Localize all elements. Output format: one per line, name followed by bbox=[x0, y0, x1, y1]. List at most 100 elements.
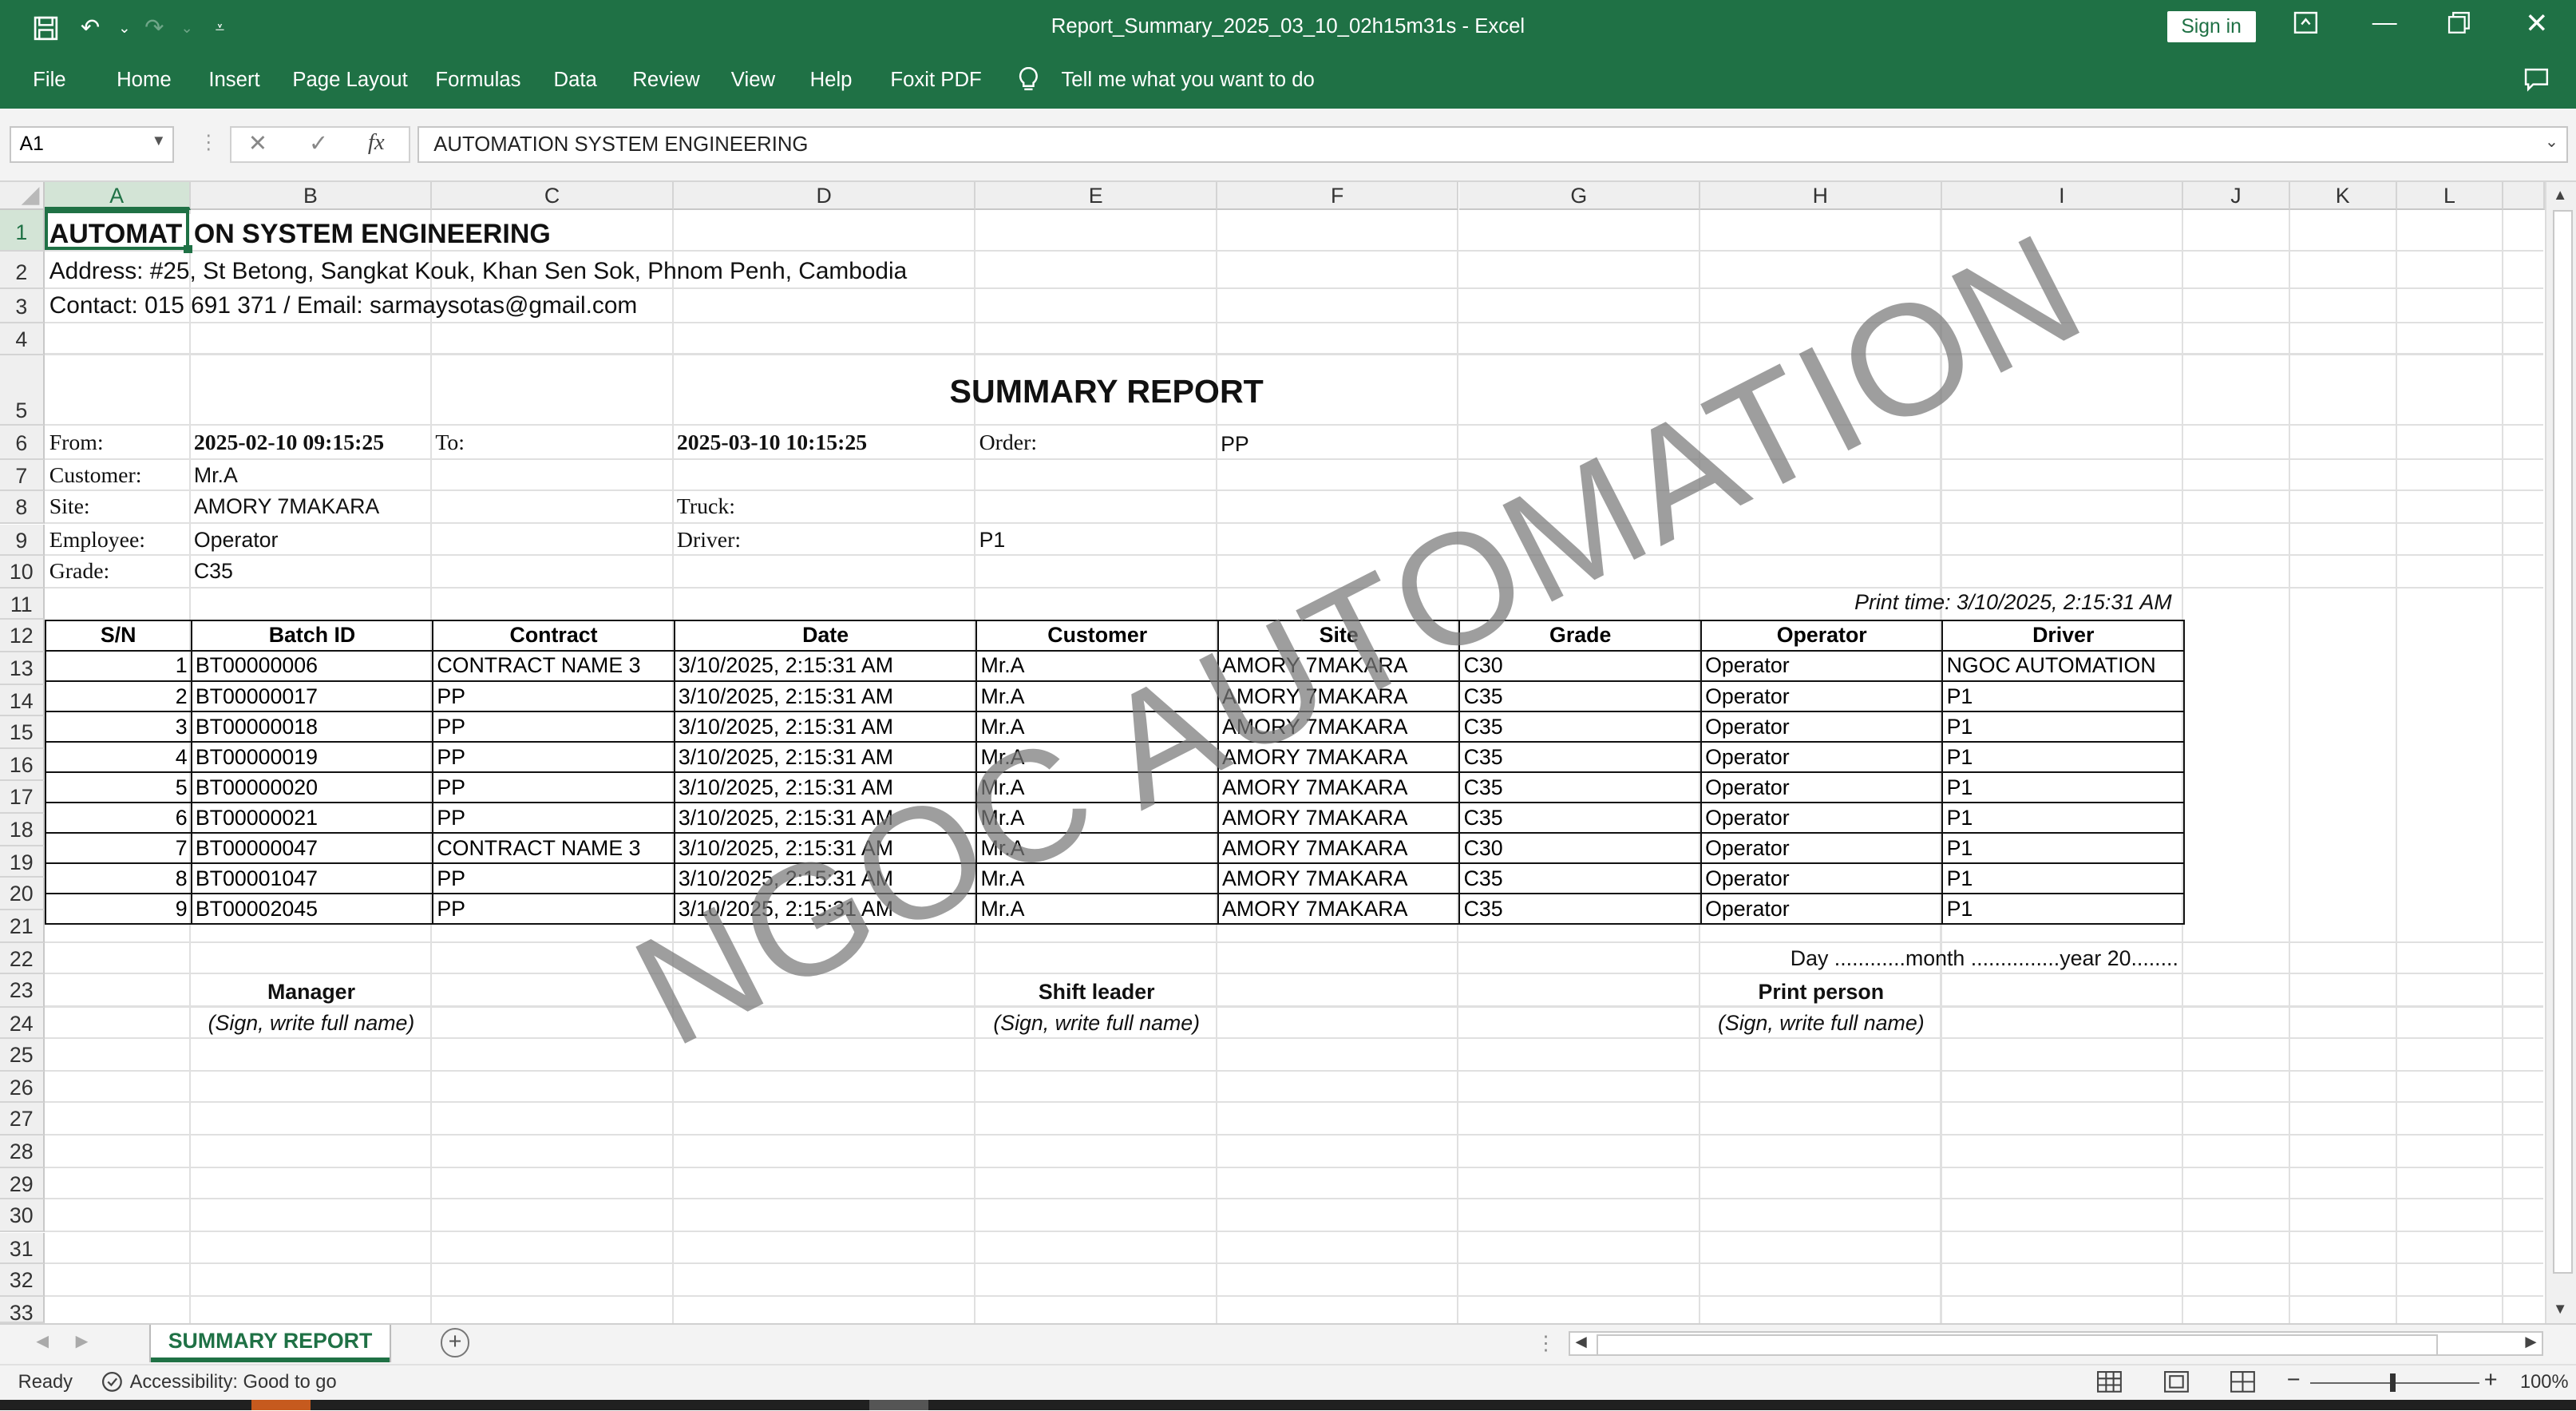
table-cell-driver[interactable]: P1 bbox=[1941, 893, 2185, 925]
tab-foxit-pdf[interactable]: Foxit PDF bbox=[890, 69, 981, 92]
column-header-a[interactable]: A bbox=[44, 182, 191, 211]
table-cell-s-n[interactable]: 1 bbox=[44, 649, 192, 683]
column-header-j[interactable]: J bbox=[2183, 182, 2290, 211]
row-header-13[interactable]: 13 bbox=[0, 652, 45, 686]
insert-function-icon[interactable]: fx bbox=[368, 129, 385, 156]
row-header-10[interactable]: 10 bbox=[0, 555, 45, 589]
table-cell-operator[interactable]: Operator bbox=[1700, 771, 1944, 804]
zoom-out-icon[interactable]: − bbox=[2287, 1367, 2301, 1393]
table-cell-contract[interactable]: PP bbox=[432, 802, 675, 834]
row-header-26[interactable]: 26 bbox=[0, 1071, 45, 1103]
row-header-17[interactable]: 17 bbox=[0, 780, 45, 814]
table-cell-contract[interactable]: CONTRACT NAME 3 bbox=[432, 832, 675, 865]
name-box-dropdown-icon[interactable]: ▼ bbox=[152, 132, 166, 149]
row-header-4[interactable]: 4 bbox=[0, 323, 45, 355]
column-header-d[interactable]: D bbox=[673, 182, 976, 211]
table-cell-contract[interactable]: PP bbox=[432, 711, 675, 743]
table-cell-batch-id[interactable]: BT00000006 bbox=[190, 649, 434, 683]
column-header-b[interactable]: B bbox=[190, 182, 433, 211]
row-header-32[interactable]: 32 bbox=[0, 1263, 45, 1297]
tab-view[interactable]: View bbox=[731, 69, 775, 92]
comments-icon[interactable] bbox=[2523, 67, 2550, 97]
scroll-right-icon[interactable]: ▶ bbox=[2525, 1333, 2536, 1350]
row-header-12[interactable]: 12 bbox=[0, 619, 45, 653]
tab-insert[interactable]: Insert bbox=[208, 69, 259, 92]
table-cell-s-n[interactable]: 6 bbox=[44, 802, 192, 834]
horizontal-scrollbar[interactable]: ◀ ▶ bbox=[1569, 1330, 2543, 1356]
table-cell-s-n[interactable]: 3 bbox=[44, 711, 192, 743]
table-cell-operator[interactable]: Operator bbox=[1700, 802, 1944, 834]
table-cell-driver[interactable]: P1 bbox=[1941, 862, 2185, 895]
formula-bar-splitter-icon[interactable]: ⋮ bbox=[199, 130, 219, 154]
table-cell-operator[interactable]: Operator bbox=[1700, 862, 1944, 895]
table-cell-site[interactable]: AMORY 7MAKARA bbox=[1217, 893, 1461, 925]
horizontal-scroll-thumb[interactable] bbox=[1597, 1334, 2438, 1356]
restore-icon[interactable] bbox=[2447, 11, 2471, 41]
scroll-up-icon[interactable]: ▲ bbox=[2553, 186, 2567, 204]
row-header-28[interactable]: 28 bbox=[0, 1136, 45, 1169]
table-cell-driver[interactable]: NGOC AUTOMATION bbox=[1941, 649, 2185, 683]
tab-file[interactable]: File bbox=[33, 69, 65, 92]
tell-me-search[interactable]: Tell me what you want to do bbox=[1061, 69, 1314, 92]
tab-home[interactable]: Home bbox=[117, 69, 172, 92]
table-cell-s-n[interactable]: 2 bbox=[44, 680, 192, 713]
row-header-9[interactable]: 9 bbox=[0, 524, 45, 556]
row-header-31[interactable]: 31 bbox=[0, 1232, 45, 1264]
table-cell-s-n[interactable]: 5 bbox=[44, 771, 192, 804]
row-header-19[interactable]: 19 bbox=[0, 846, 45, 878]
table-cell-contract[interactable]: PP bbox=[432, 771, 675, 804]
table-cell-grade[interactable]: C35 bbox=[1458, 711, 1702, 743]
row-header-2[interactable]: 2 bbox=[0, 251, 45, 290]
table-cell-contract[interactable]: PP bbox=[432, 680, 675, 713]
table-cell-driver[interactable]: P1 bbox=[1941, 832, 2185, 865]
table-cell-driver[interactable]: P1 bbox=[1941, 680, 2185, 713]
table-cell-s-n[interactable]: 7 bbox=[44, 832, 192, 865]
tab-help[interactable]: Help bbox=[810, 69, 853, 92]
enter-formula-icon[interactable]: ✓ bbox=[309, 129, 328, 157]
fill-handle[interactable] bbox=[184, 244, 192, 253]
table-cell-batch-id[interactable]: BT00000019 bbox=[190, 741, 434, 774]
tab-split-handle-icon[interactable]: ⋮ bbox=[1536, 1331, 1556, 1355]
table-cell-site[interactable]: AMORY 7MAKARA bbox=[1217, 832, 1461, 865]
table-cell-grade[interactable]: C35 bbox=[1458, 741, 1702, 774]
table-cell-batch-id[interactable]: BT00000021 bbox=[190, 802, 434, 834]
row-header-7[interactable]: 7 bbox=[0, 460, 45, 492]
row-header-8[interactable]: 8 bbox=[0, 491, 45, 525]
row-header-14[interactable]: 14 bbox=[0, 685, 45, 717]
column-header-l[interactable]: L bbox=[2396, 182, 2504, 211]
row-header-24[interactable]: 24 bbox=[0, 1007, 45, 1039]
table-cell-contract[interactable]: PP bbox=[432, 741, 675, 774]
formula-input[interactable]: AUTOMATION SYSTEM ENGINEERING bbox=[417, 126, 2568, 163]
ribbon-display-icon[interactable] bbox=[2293, 11, 2318, 41]
lightbulb-icon[interactable] bbox=[1017, 65, 1040, 99]
table-cell-batch-id[interactable]: BT00000017 bbox=[190, 680, 434, 713]
row-header-29[interactable]: 29 bbox=[0, 1168, 45, 1200]
row-header-5[interactable]: 5 bbox=[0, 355, 45, 426]
column-header-h[interactable]: H bbox=[1700, 182, 1942, 211]
accessibility-icon[interactable] bbox=[101, 1370, 124, 1399]
column-header-c[interactable]: C bbox=[432, 182, 674, 211]
close-icon[interactable]: ✕ bbox=[2525, 8, 2548, 40]
column-header-g[interactable]: G bbox=[1458, 182, 1701, 211]
row-header-1[interactable]: 1 bbox=[0, 210, 45, 252]
row-header-30[interactable]: 30 bbox=[0, 1199, 45, 1233]
row-header-22[interactable]: 22 bbox=[0, 943, 45, 975]
column-header-e[interactable]: E bbox=[975, 182, 1217, 211]
tab-page-layout[interactable]: Page Layout bbox=[292, 69, 407, 92]
table-cell-driver[interactable]: P1 bbox=[1941, 771, 2185, 804]
sheet-tab-summary-report[interactable]: SUMMARY REPORT bbox=[151, 1324, 390, 1362]
row-header-25[interactable]: 25 bbox=[0, 1038, 45, 1072]
column-header-i[interactable]: I bbox=[1941, 182, 2184, 211]
scroll-left-icon[interactable]: ◀ bbox=[1576, 1333, 1587, 1350]
table-cell-grade[interactable]: C35 bbox=[1458, 893, 1702, 925]
row-header-15[interactable]: 15 bbox=[0, 716, 45, 750]
row-header-33[interactable]: 33 bbox=[0, 1296, 45, 1323]
tab-review[interactable]: Review bbox=[632, 69, 699, 92]
row-header-11[interactable]: 11 bbox=[0, 588, 45, 620]
table-cell-site[interactable]: AMORY 7MAKARA bbox=[1217, 862, 1461, 895]
expand-formula-bar-icon[interactable]: ⌄ bbox=[2545, 132, 2558, 152]
sign-in-button[interactable]: Sign in bbox=[2166, 11, 2256, 43]
zoom-level[interactable]: 100% bbox=[2520, 1372, 2569, 1393]
row-header-6[interactable]: 6 bbox=[0, 426, 45, 461]
table-cell-operator[interactable]: Operator bbox=[1700, 832, 1944, 865]
